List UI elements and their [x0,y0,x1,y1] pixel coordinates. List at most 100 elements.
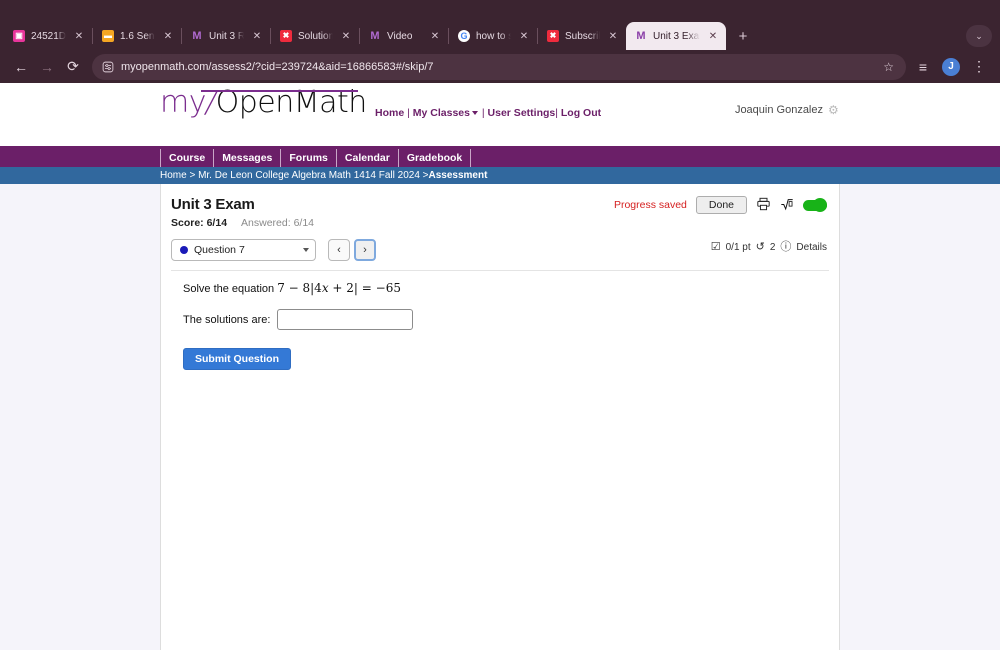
question-status-dot-icon [180,246,188,254]
tab-title: 1.6 Sensation - [120,30,155,42]
gear-icon[interactable]: ⚙ [828,104,840,116]
link-separator: | [407,107,410,119]
tab-favicon-icon: ▣ [13,30,25,42]
address-bar-url: myopenmath.com/assess2/?cid=239724&aid=1… [121,60,434,73]
nav-item-course[interactable]: Course [160,149,215,167]
points-text: 0/1 pt [725,242,751,253]
submit-question-button[interactable]: Submit Question [183,348,291,370]
progress-saved-status: Progress saved [613,199,687,211]
link-separator: | [481,107,485,119]
tab-close-icon[interactable]: ✕ [706,31,720,42]
assessment-header: Unit 3 Exam Score: 6/14 Answered: 6/14 P… [161,184,839,229]
chevron-down-icon [303,248,309,252]
answer-row: The solutions are: [183,309,829,330]
nav-item-gradebook[interactable]: Gradebook [399,149,472,167]
math-view-toggle-icon[interactable] [780,198,794,213]
equation-part-b: + 2| = −65 [328,281,401,295]
tab-title: Unit 3 Review [209,30,244,42]
browser-tab[interactable]: M Unit 3 Review ✕ [182,22,270,50]
profile-avatar[interactable]: J [938,54,964,80]
toolbar-actions: ≡ J ⋮ [906,54,992,80]
tab-title: Subscribe Now [565,30,600,42]
reading-list-icon[interactable]: ≡ [910,54,936,80]
previous-question-button[interactable]: ‹ [328,239,350,261]
tab-title: 24521D/31 Prds [31,30,66,42]
browser-tab[interactable]: G how to ss on ma ✕ [449,22,537,50]
address-bar[interactable]: myopenmath.com/assess2/?cid=239724&aid=1… [92,53,906,80]
header-link-home[interactable]: Home [375,107,404,119]
breadcrumb-current: Assessment [428,170,488,181]
tab-close-icon[interactable]: ✕ [517,31,531,42]
question-select[interactable]: Question 7 [171,239,316,261]
back-arrow-icon[interactable]: ← [8,54,34,80]
question-status-bar: ☑ 0/1 pt ↺ 2 ⓘ Details [710,241,827,254]
tab-close-icon[interactable]: ✕ [606,31,620,42]
tab-favicon-icon: M [370,30,380,42]
header-link-user-settings[interactable]: User Settings [488,107,556,119]
answer-label: The solutions are: [183,313,271,326]
tab-favicon-icon: G [458,30,470,42]
printer-icon[interactable] [756,197,771,214]
logo-text: my/OpenMath [160,85,367,120]
chevron-down-icon[interactable] [471,110,478,115]
answer-input[interactable] [277,309,414,330]
logo-overline [201,90,358,92]
reload-icon[interactable]: ⟳ [60,54,86,80]
question-body: Solve the equation 7 − 8|4x + 2| = −65 T… [161,271,839,370]
header-link-log-out[interactable]: Log Out [561,107,601,119]
tab-title: how to ss on ma [476,30,511,42]
tab-strip: ▣ 24521D/31 Prds ✕ ▬ 1.6 Sensation - ✕ M… [0,0,1000,50]
browser-tab[interactable]: ✖ Subscribe Now ✕ [538,22,626,50]
question-navigation: Question 7 ‹ › ☑ 0/1 pt ↺ 2 ⓘ Details [171,239,829,261]
browser-tab-active[interactable]: M Unit 3 Exam ✕ [626,22,726,50]
checkbox-icon: ☑ [710,241,721,253]
browser-tab[interactable]: ▬ 1.6 Sensation - ✕ [93,22,181,50]
link-separator: | [555,107,558,119]
tab-close-icon[interactable]: ✕ [339,31,353,42]
new-tab-button[interactable]: + [732,25,754,47]
site-settings-icon[interactable] [102,61,114,73]
browser-menu-icon[interactable]: ⋮ [966,54,992,80]
info-icon[interactable]: ⓘ [780,242,791,253]
details-link[interactable]: Details [796,242,827,253]
site-logo[interactable]: my/OpenMath [160,85,367,120]
printer-glyph [757,197,770,210]
tab-close-icon[interactable]: ✕ [161,31,175,42]
tab-favicon-icon: M [636,30,646,42]
assessment-panel: Unit 3 Exam Score: 6/14 Answered: 6/14 P… [160,184,840,650]
page-viewport: my/OpenMath Home | My Classes | User Set… [0,83,1000,650]
browser-tab[interactable]: ✖ Solution - Gaut ✕ [271,22,359,50]
nav-item-calendar[interactable]: Calendar [337,149,399,167]
tab-search-chevron-down-icon[interactable]: ⌄ [966,25,992,47]
radical-glyph [781,198,793,210]
math-view-toggle[interactable] [803,198,827,212]
question-select-value: Question 7 [194,244,245,256]
equation-part-a: 7 − 8|4 [277,281,322,295]
next-question-button[interactable]: › [354,239,376,261]
logo-my: my [160,85,206,120]
tab-title: Video [387,30,413,42]
attempts-count: 2 [769,242,776,253]
header-link-my-classes[interactable]: My Classes [413,107,470,119]
bookmark-star-icon[interactable]: ☆ [883,60,894,74]
nav-item-messages[interactable]: Messages [214,149,282,167]
tab-title: Unit 3 Exam [653,30,700,42]
tab-favicon-icon: ✖ [280,30,292,42]
nav-item-forums[interactable]: Forums [281,149,337,167]
tab-favicon-icon: ✖ [547,30,559,42]
score-text: Score: 6/14 [171,217,228,229]
main-navigation: Course Messages Forums Calendar Gradeboo… [0,149,1000,167]
assessment-actions: Progress saved Done [614,196,827,214]
breadcrumb-path[interactable]: Home > Mr. De Leon College Algebra Math … [160,170,429,181]
done-button[interactable]: Done [695,196,747,214]
tab-close-icon[interactable]: ✕ [428,31,442,42]
forward-arrow-icon[interactable]: → [34,54,60,80]
browser-tab[interactable]: ▣ 24521D/31 Prds ✕ [4,22,92,50]
tab-close-icon[interactable]: ✕ [250,31,264,42]
tab-close-icon[interactable]: ✕ [72,31,86,42]
answered-text: Answered: 6/14 [241,217,315,229]
breadcrumb: Home > Mr. De Leon College Algebra Math … [0,167,1000,184]
question-text: Solve the equation 7 − 8|4x + 2| = −65 [183,281,829,295]
browser-chrome: ▣ 24521D/31 Prds ✕ ▬ 1.6 Sensation - ✕ M… [0,0,1000,83]
browser-tab[interactable]: M Video ✕ [360,22,448,50]
